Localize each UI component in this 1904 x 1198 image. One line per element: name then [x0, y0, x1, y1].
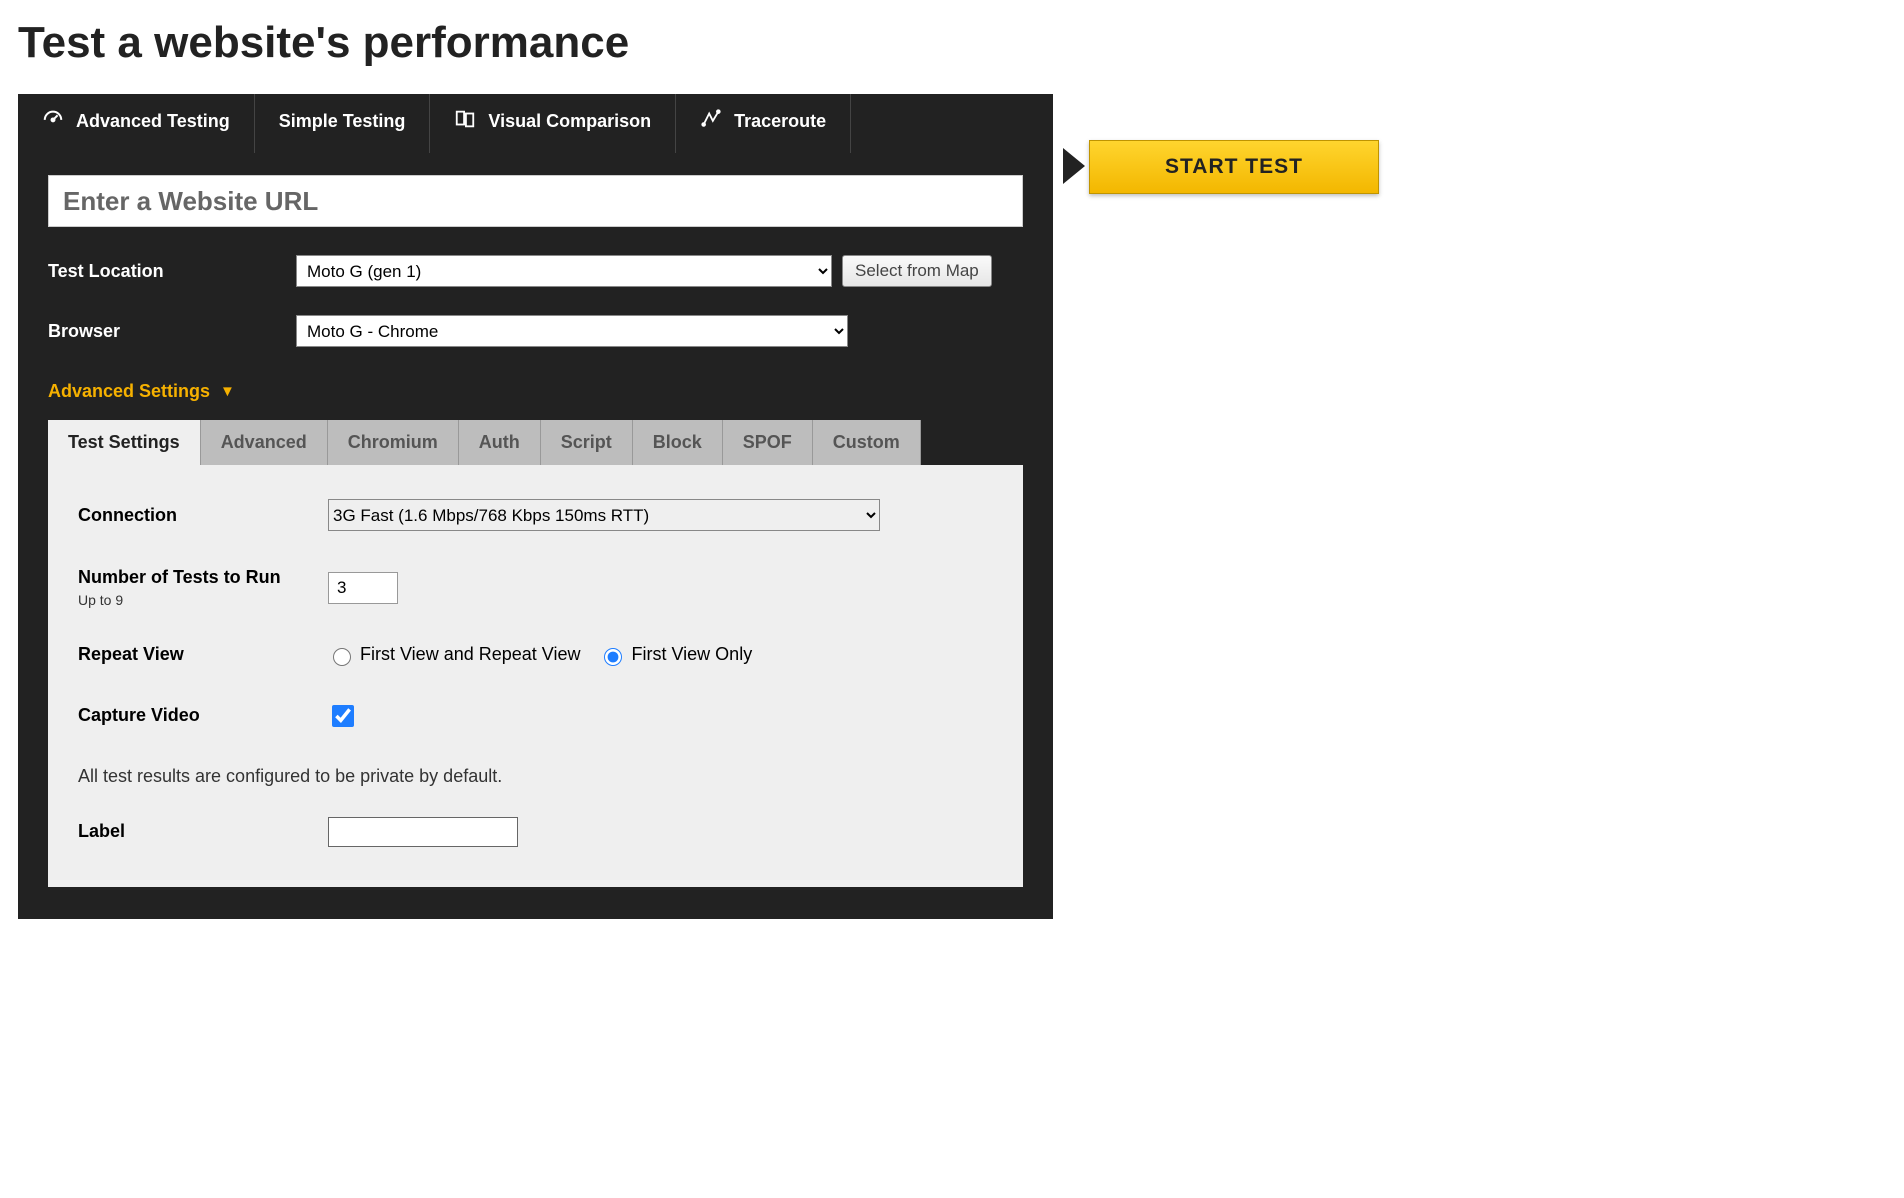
select-from-map-button[interactable]: Select from Map: [842, 255, 992, 287]
tab-label: Traceroute: [734, 111, 826, 132]
test-location-select[interactable]: Moto G (gen 1): [296, 255, 832, 287]
repeat-view-first-only-option[interactable]: First View Only: [599, 644, 752, 664]
capture-video-label: Capture Video: [78, 705, 328, 726]
advanced-settings-label: Advanced Settings: [48, 381, 210, 402]
settings-tab-spof[interactable]: SPOF: [723, 420, 813, 465]
tab-advanced-testing[interactable]: Advanced Testing: [18, 94, 255, 153]
repeat-view-label: Repeat View: [78, 644, 328, 665]
private-note: All test results are configured to be pr…: [78, 766, 993, 787]
test-panel: Advanced Testing Simple Testing Visual C…: [18, 94, 1053, 919]
settings-tab-custom[interactable]: Custom: [813, 420, 921, 465]
label-input[interactable]: [328, 817, 518, 847]
tab-label: Visual Comparison: [488, 111, 651, 132]
tests-to-run-label: Number of Tests to Run Up to 9: [78, 567, 328, 608]
page-title: Test a website's performance: [18, 18, 1886, 68]
settings-tabs: Test Settings Advanced Chromium Auth Scr…: [48, 420, 1023, 465]
number-of-tests-input[interactable]: [328, 572, 398, 604]
tab-label: Simple Testing: [279, 111, 406, 132]
compare-icon: [454, 108, 476, 135]
main-tabs: Advanced Testing Simple Testing Visual C…: [18, 94, 1053, 153]
tests-label-text: Number of Tests to Run: [78, 567, 328, 588]
browser-label: Browser: [48, 321, 296, 342]
start-test-area: START TEST: [1063, 140, 1379, 194]
tab-label: Advanced Testing: [76, 111, 230, 132]
settings-tab-chromium[interactable]: Chromium: [328, 420, 459, 465]
settings-tab-advanced[interactable]: Advanced: [201, 420, 328, 465]
capture-video-checkbox[interactable]: [332, 705, 354, 727]
connection-select[interactable]: 3G Fast (1.6 Mbps/768 Kbps 150ms RTT): [328, 499, 880, 531]
traceroute-icon: [700, 108, 722, 135]
radio-label: First View and Repeat View: [360, 644, 580, 664]
gauge-icon: [42, 108, 64, 135]
settings-tab-test-settings[interactable]: Test Settings: [48, 420, 201, 465]
connection-label: Connection: [78, 505, 328, 526]
url-input[interactable]: [48, 175, 1023, 227]
tab-simple-testing[interactable]: Simple Testing: [255, 94, 431, 153]
chevron-down-icon: ▼: [220, 384, 235, 399]
radio-label: First View Only: [632, 644, 753, 664]
tests-label-sub: Up to 9: [78, 592, 328, 608]
browser-select[interactable]: Moto G - Chrome: [296, 315, 848, 347]
start-test-button[interactable]: START TEST: [1089, 140, 1379, 194]
tab-visual-comparison[interactable]: Visual Comparison: [430, 94, 676, 153]
repeat-view-first-only-radio[interactable]: [604, 648, 622, 666]
test-location-label: Test Location: [48, 261, 296, 282]
settings-tab-script[interactable]: Script: [541, 420, 633, 465]
advanced-settings-toggle[interactable]: Advanced Settings ▼: [48, 381, 1023, 402]
repeat-view-both-radio[interactable]: [333, 648, 351, 666]
repeat-view-both-option[interactable]: First View and Repeat View: [328, 644, 585, 664]
test-settings-panel: Connection 3G Fast (1.6 Mbps/768 Kbps 15…: [48, 465, 1023, 887]
settings-tab-auth[interactable]: Auth: [459, 420, 541, 465]
settings-tab-block[interactable]: Block: [633, 420, 723, 465]
arrow-right-icon: [1063, 148, 1085, 184]
label-field-label: Label: [78, 821, 328, 842]
tab-traceroute[interactable]: Traceroute: [676, 94, 851, 153]
